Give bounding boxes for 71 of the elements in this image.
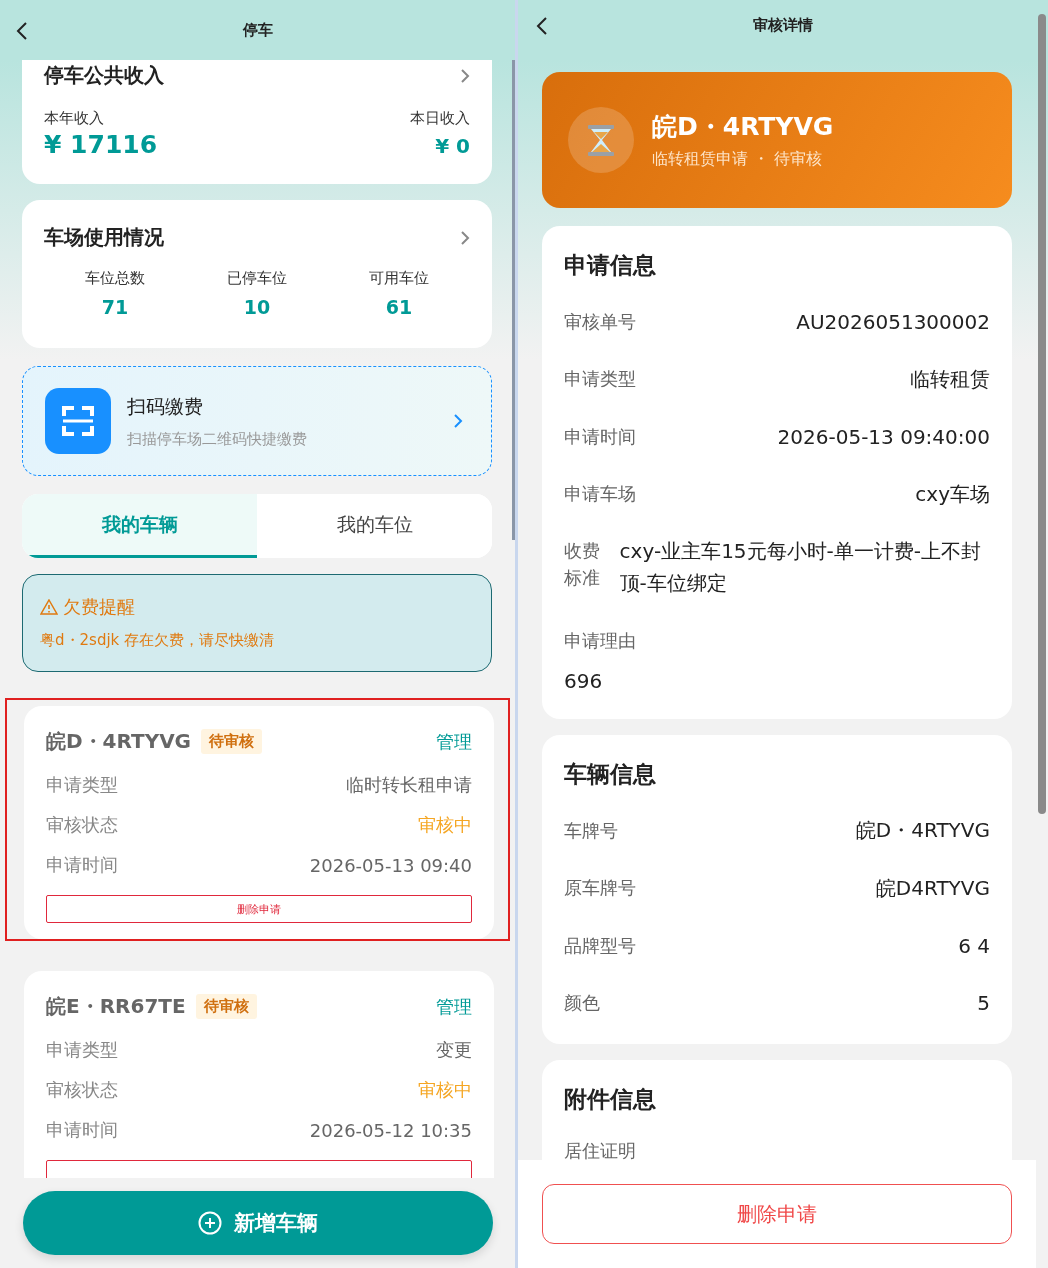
row-label: 居住证明 [564, 1139, 637, 1160]
usage-card[interactable]: 车场使用情况 车位总数 71 已停车位 10 可用车位 61 [22, 200, 492, 348]
stat-label: 已停车位 [227, 269, 287, 288]
row-value: 皖D・4RTYVG [855, 817, 990, 845]
row-value: 临时转长租申请 [346, 773, 472, 797]
page-title: 审核详情 [753, 16, 813, 35]
row-value: 5 [977, 991, 990, 1016]
row-label: 审核状态 [46, 1078, 118, 1102]
plate-number: 皖D・4RTYVG [46, 728, 192, 755]
row-value: 696 [564, 668, 604, 695]
row-label: 审核状态 [46, 813, 118, 837]
row-label: 收费标准 [564, 539, 601, 590]
scan-subtitle: 扫描停车场二维码快捷缴费 [127, 429, 308, 449]
stat-value: 71 [101, 296, 129, 318]
stat-label: 本日收入 [410, 109, 470, 128]
stat-value: 10 [243, 296, 271, 318]
alert-title: 欠费提醒 [63, 595, 135, 619]
row-label: 颜色 [564, 991, 600, 1016]
row-value: 皖D4RTYVG [875, 874, 990, 902]
row-label: 审核单号 [564, 309, 636, 334]
page-title: 停车 [242, 20, 273, 40]
scan-title: 扫码缴费 [127, 393, 204, 419]
banner-subtitle: 临转租赁申请 ・ 待审核 [652, 149, 824, 170]
vehicle-card[interactable]: 皖E・RR67TE 待审核 管理 申请类型 变更 审核状态 审核中 申请时间 2026-05-12 10:35 [24, 971, 494, 1178]
manage-link[interactable]: 管理 [436, 994, 472, 1019]
stat-label: 本年收入 [44, 109, 105, 128]
row-label: 申请类型 [46, 1038, 118, 1062]
alert-message: 粤d・2sdjk 存在欠费，请尽快缴清 [40, 631, 276, 650]
row-value: 审核中 [418, 813, 472, 837]
section-title: 附件信息 [564, 1085, 657, 1114]
status-badge: 待审核 [195, 994, 257, 1019]
row-label: 车牌号 [564, 818, 618, 843]
row-value: AU2026051300002 [796, 309, 990, 334]
row-value: 2026-05-13 09:40:00 [777, 424, 990, 449]
section-title: 车辆信息 [564, 760, 657, 789]
stat-value: 61 [385, 296, 413, 318]
row-value: 2026-05-12 10:35 [309, 1119, 472, 1141]
income-card[interactable]: 停车公共收入 本年收入 ¥ 17116 本日收入 ¥ 0 [22, 60, 492, 184]
scan-pay-card[interactable]: 扫码缴费 扫描停车场二维码快捷缴费 [22, 366, 492, 476]
row-label: 申请类型 [46, 773, 118, 797]
row-label: 原车牌号 [564, 876, 636, 901]
row-label: 申请时间 [46, 853, 118, 877]
row-label: 申请时间 [564, 424, 636, 449]
row-label: 品牌型号 [564, 933, 636, 958]
row-value: 2026-05-13 09:40 [309, 854, 472, 876]
stat-value: ¥ 17116 [44, 130, 158, 159]
row-value: cxy-业主车15元每小时-单一计费-上不封顶-车位绑定 [619, 538, 982, 597]
card-title: 停车公共收入 [44, 62, 164, 89]
row-value: 变更 [436, 1038, 472, 1062]
plate-number: 皖E・RR67TE [46, 993, 186, 1020]
stat-label: 车位总数 [85, 269, 145, 288]
row-value: 6 4 [958, 933, 990, 958]
delete-button[interactable]: 删除申请 [46, 895, 472, 923]
row-value: 临转租赁 [910, 365, 990, 393]
section-title: 申请信息 [564, 251, 657, 280]
row-value: cxy车场 [915, 480, 990, 508]
status-badge: 待审核 [201, 729, 263, 754]
delete-button[interactable]: 删除申请 [542, 1184, 1012, 1244]
banner-plate: 皖D・4RTYVG [652, 111, 834, 143]
row-label: 申请类型 [564, 367, 636, 392]
stat-label: 可用车位 [369, 269, 429, 288]
row-value: 审核中 [418, 1078, 472, 1102]
row-label: 申请理由 [564, 629, 637, 653]
row-label: 申请时间 [46, 1118, 118, 1142]
manage-link[interactable]: 管理 [436, 729, 472, 754]
tab[interactable]: 我的车辆 [22, 494, 257, 558]
add-vehicle-button[interactable]: 新增车辆 [22, 1191, 493, 1255]
vehicle-card[interactable]: 皖D・4RTYVG 待审核 管理 申请类型 临时转长租申请 审核状态 审核中 申请时间 2026-05-13 09:40 删除申请 [24, 706, 494, 939]
card-title: 车场使用情况 [44, 224, 164, 251]
stat-value: ¥ 0 [435, 134, 470, 158]
row-label: 申请车场 [564, 482, 636, 507]
